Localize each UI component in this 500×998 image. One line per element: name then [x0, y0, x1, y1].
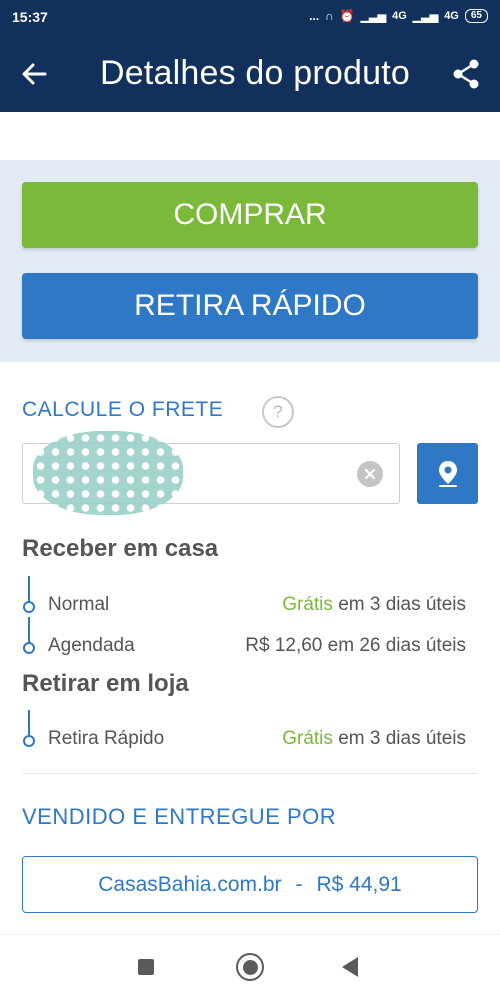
signal-icon-2: ▁▃▅ — [412, 10, 439, 23]
shipping-option-scheduled[interactable]: Agendada R$ 12,60 em 26 dias úteis — [22, 617, 478, 661]
clear-button[interactable] — [357, 461, 383, 487]
buy-button[interactable]: COMPRAR — [22, 182, 478, 248]
system-back-icon[interactable] — [342, 957, 358, 977]
home-icon[interactable] — [236, 953, 264, 981]
freight-title: CALCULE O FRETE — [22, 398, 224, 421]
home-delivery-title: Receber em casa — [22, 535, 219, 562]
quick-pickup-button[interactable]: RETIRA RÁPIDO — [22, 273, 478, 339]
network-label-1: 4G — [392, 10, 407, 22]
shipping-option-quick-pickup[interactable]: Retira Rápido Grátis em 3 dias úteis — [22, 710, 478, 754]
purchase-panel: COMPRAR RETIRA RÁPIDO — [0, 160, 500, 362]
alarm-icon: ⏰ — [339, 9, 355, 23]
cep-field[interactable] — [22, 431, 400, 515]
share-button[interactable] — [446, 54, 486, 94]
option-eta: em 3 dias úteis — [338, 728, 466, 749]
redacted-cep-overlay — [33, 431, 183, 515]
location-pin-icon — [438, 460, 457, 487]
option-detail: Grátis em 3 dias úteis — [282, 728, 466, 750]
sold-by-title: VENDIDO E ENTREGUE POR — [22, 804, 337, 829]
option-detail: Grátis em 3 dias úteis — [282, 594, 466, 616]
option-name: Normal — [48, 594, 110, 615]
status-time: 15:37 — [12, 9, 48, 25]
help-icon[interactable]: ? — [262, 396, 294, 428]
system-navigation-bar — [0, 934, 500, 998]
battery-icon: 65 — [464, 9, 488, 23]
status-bar: 15:37 ... ∩ ⏰ ▁▃▅ 4G ▁▃▅ 4G 65 — [0, 0, 500, 36]
network-label-2: 4G — [444, 10, 459, 22]
share-icon — [453, 59, 479, 89]
headphones-icon: ∩ — [325, 9, 334, 23]
seller-offer-button[interactable]: CasasBahia.com.br - R$ 44,91 — [22, 856, 478, 913]
signal-icon: ▁▃▅ — [360, 10, 387, 23]
option-eta: em 3 dias úteis — [338, 594, 466, 615]
option-name: Retira Rápido — [48, 728, 165, 749]
seller-separator: - — [295, 872, 303, 896]
back-arrow-icon — [22, 63, 47, 85]
free-label: Grátis — [282, 728, 333, 749]
free-label: Grátis — [282, 594, 333, 615]
app-bar: Detalhes do produto — [0, 36, 500, 112]
store-pickup-title: Retirar em loja — [22, 670, 189, 697]
option-name: Agendada — [48, 635, 135, 656]
seller-price: R$ 44,91 — [316, 872, 402, 896]
back-button[interactable] — [14, 54, 54, 94]
clear-icon — [364, 468, 376, 480]
divider — [22, 773, 478, 774]
seller-name: CasasBahia.com.br — [98, 872, 282, 896]
radio-icon — [23, 642, 35, 654]
recents-icon[interactable] — [138, 959, 154, 975]
status-dots: ... — [309, 9, 320, 23]
status-icons: ... ∩ ⏰ ▁▃▅ 4G ▁▃▅ 4G 65 — [309, 9, 488, 23]
shipping-option-normal[interactable]: Normal Grátis em 3 dias úteis — [22, 576, 478, 620]
option-price: R$ 12,60 em 26 dias úteis — [245, 635, 466, 656]
radio-icon — [23, 735, 35, 747]
locate-button[interactable] — [417, 443, 478, 504]
page-title: Detalhes do produto — [100, 54, 411, 92]
radio-icon — [23, 601, 35, 613]
